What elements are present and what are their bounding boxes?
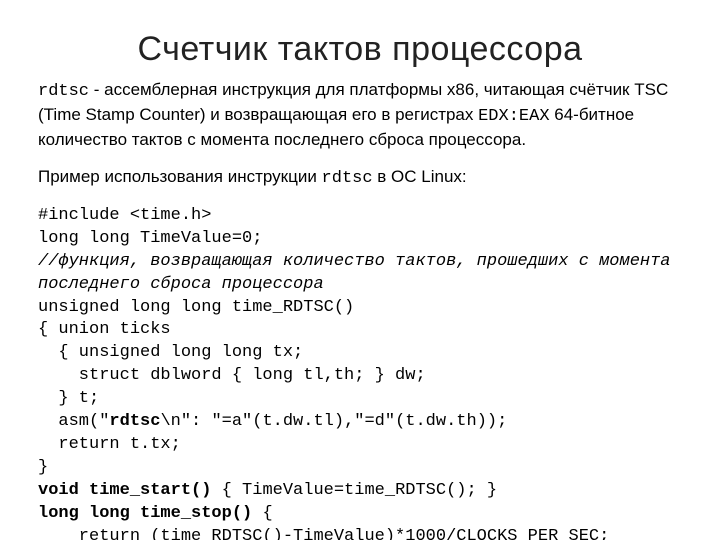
code-func-time-start: void time_start() <box>38 481 211 500</box>
code-line: } t; <box>38 389 99 408</box>
code-line: { TimeValue=time_RDTSC(); } <box>211 481 497 500</box>
code-func-time-stop: long long time_stop() <box>38 504 252 523</box>
text: Пример использования инструкции <box>38 167 322 186</box>
code-comment: последнего сброса процессора <box>38 275 324 294</box>
code-comment: //функция, возвращающая количество такто… <box>38 252 671 271</box>
code-line: \n": "=a"(t.dw.tl),"=d"(t.dw.th)); <box>160 412 507 431</box>
code-block: #include <time.h> long long TimeValue=0;… <box>38 205 682 540</box>
code-line: return (time_RDTSC()-TimeValue)*1000/CLO… <box>38 527 609 540</box>
code-line: return t.tx; <box>38 435 181 454</box>
code-line: } <box>38 458 48 477</box>
code-line: unsigned long long time_RDTSC() <box>38 298 354 317</box>
code-line: { union ticks <box>38 320 171 339</box>
inline-code-rdtsc-2: rdtsc <box>322 169 373 188</box>
text: в ОС Linux: <box>373 167 467 186</box>
paragraph-2: Пример использования инструкции rdtsc в … <box>38 166 682 191</box>
inline-code-rdtsc: rdtsc <box>38 82 89 101</box>
slide: Счетчик тактов процессора rdtsc - ассемб… <box>0 0 720 540</box>
code-line: long long TimeValue=0; <box>38 229 262 248</box>
code-line: { unsigned long long tx; <box>38 343 303 362</box>
code-line: #include <time.h> <box>38 206 211 225</box>
code-keyword-rdtsc: rdtsc <box>109 412 160 431</box>
code-line: struct dblword { long tl,th; } dw; <box>38 366 426 385</box>
code-line: { <box>252 504 272 523</box>
inline-code-edx-eax: EDX:EAX <box>478 107 549 126</box>
slide-title: Счетчик тактов процессора <box>38 30 682 69</box>
slide-body: rdtsc - ассемблерная инструкция для плат… <box>38 79 682 540</box>
paragraph-1: rdtsc - ассемблерная инструкция для плат… <box>38 79 682 152</box>
code-line: asm(" <box>38 412 109 431</box>
